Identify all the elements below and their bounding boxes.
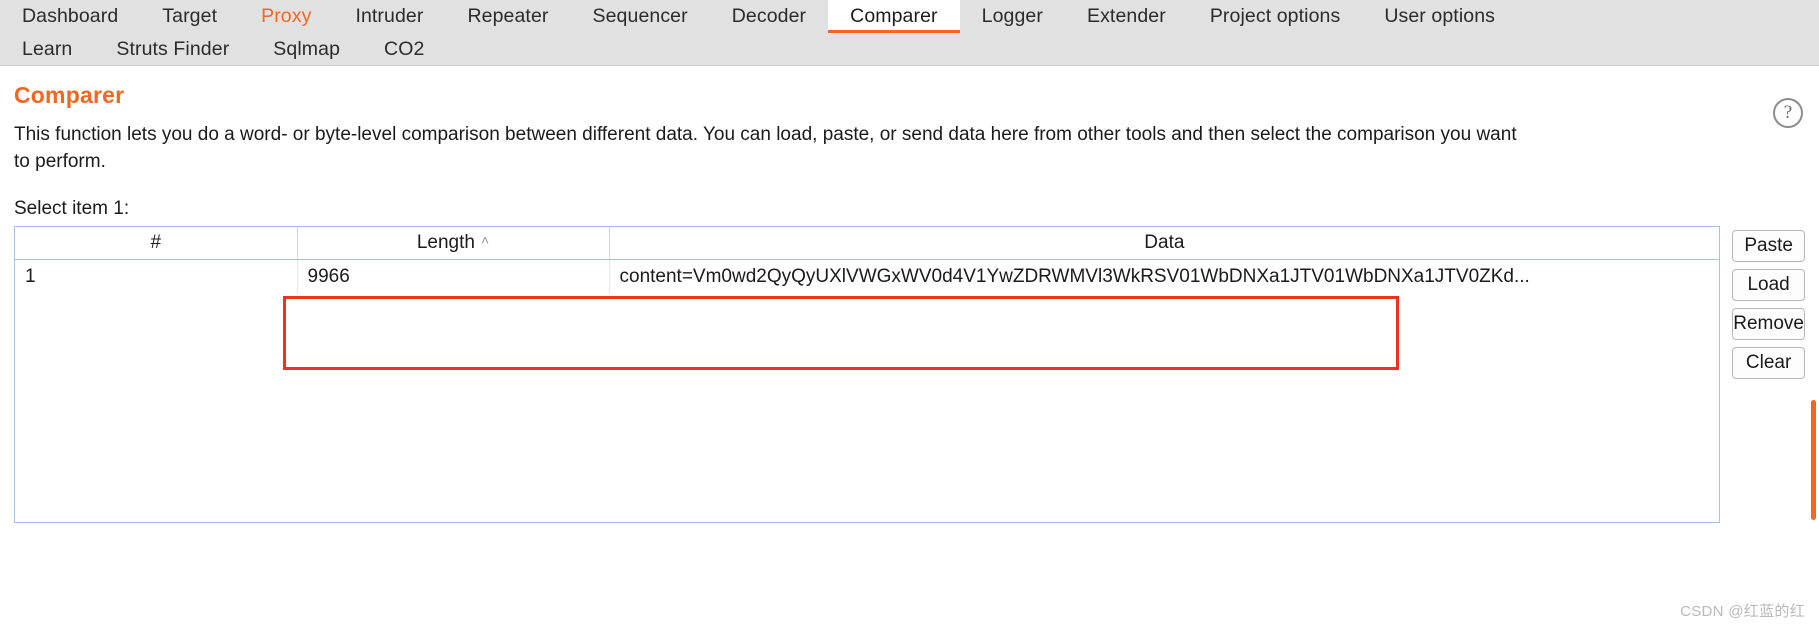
clear-button[interactable]: Clear	[1732, 346, 1805, 379]
cell-number: 1	[15, 259, 298, 294]
burp-suite-window: Dashboard Target Proxy Intruder Repeater Sequ…	[0, 0, 1819, 627]
cell-length: 9966	[297, 259, 610, 294]
tab-decoder[interactable]: Decoder	[710, 0, 828, 33]
tab-label: User options	[1384, 5, 1495, 27]
items-table: # Length ˄ Data 1 9966 content=Vm0wd2QyQ…	[15, 226, 1720, 294]
tab-label: CO2	[384, 37, 425, 60]
column-header-length[interactable]: Length ˄	[297, 226, 610, 261]
remove-button[interactable]: Remove	[1732, 307, 1805, 340]
tab-label: Struts Finder	[116, 37, 230, 60]
tab-proxy[interactable]: Proxy	[239, 0, 333, 33]
column-header-number-label: #	[150, 232, 162, 254]
tab-label: Learn	[22, 37, 73, 60]
tab-label: Project options	[1209, 5, 1341, 27]
tab-logger[interactable]: Logger	[960, 0, 1065, 33]
load-button[interactable]: Load	[1732, 268, 1805, 301]
tab-label: Extender	[1086, 5, 1166, 27]
paste-button[interactable]: Paste	[1732, 229, 1805, 262]
tab-struts-finder[interactable]: Struts Finder	[94, 33, 251, 65]
button-label: Remove	[1733, 312, 1804, 334]
action-button-column: Paste Load Remove Clear	[1732, 226, 1805, 379]
column-header-data[interactable]: Data	[609, 226, 1720, 261]
tab-sequencer[interactable]: Sequencer	[571, 0, 710, 33]
table-row[interactable]: 1 9966 content=Vm0wd2QyQyUXlVWGxWV0d4V1Y…	[15, 259, 1719, 294]
tab-repeater[interactable]: Repeater	[445, 0, 570, 33]
tabbar-row-secondary: Learn Struts Finder Sqlmap CO2	[0, 33, 1819, 65]
tab-dashboard[interactable]: Dashboard	[0, 0, 140, 33]
tab-intruder[interactable]: Intruder	[333, 0, 445, 33]
select-item-label: Select item 1:	[14, 197, 130, 219]
tabbar-row-primary: Dashboard Target Proxy Intruder Repeater Sequ…	[0, 0, 1819, 33]
items-table-container: # Length ˄ Data 1 9966 content=Vm0wd2QyQ…	[14, 225, 1721, 523]
help-icon[interactable]: ?	[1773, 98, 1803, 128]
tab-label: Intruder	[355, 5, 424, 27]
tab-label: Sequencer	[592, 5, 688, 27]
comparer-panel: ? Comparer This function lets you do a w…	[0, 82, 1819, 523]
tab-label: Decoder	[731, 5, 807, 27]
tab-user-options[interactable]: User options	[1362, 0, 1517, 33]
cell-data: content=Vm0wd2QyQyUXlVWGxWV0d4V1YwZDRWMV…	[619, 266, 1530, 288]
column-header-data-label: Data	[1144, 232, 1185, 254]
table-header-row: # Length ˄ Data	[15, 226, 1720, 261]
page-title: Comparer	[14, 82, 125, 108]
column-header-number[interactable]: #	[15, 226, 298, 261]
page-description: This function lets you do a word- or byt…	[14, 124, 1517, 172]
watermark-label: CSDN @红蓝的红	[1680, 603, 1805, 620]
tab-label: Repeater	[467, 5, 549, 27]
tab-label: Sqlmap	[273, 37, 341, 60]
column-header-length-label: Length	[416, 232, 475, 254]
vertical-scrollbar-thumb[interactable]	[1811, 400, 1816, 520]
tab-sqlmap[interactable]: Sqlmap	[251, 33, 362, 65]
button-label: Paste	[1744, 234, 1793, 256]
sort-ascending-icon: ˄	[480, 232, 490, 249]
items-panel: # Length ˄ Data 1 9966 content=Vm0wd2QyQ…	[14, 225, 1805, 523]
tab-learn[interactable]: Learn	[0, 33, 94, 65]
tab-label: Comparer	[850, 5, 938, 27]
tab-comparer[interactable]: Comparer	[828, 0, 960, 33]
tab-label: Proxy	[261, 5, 312, 27]
tab-co2[interactable]: CO2	[362, 33, 446, 65]
main-tabbar: Dashboard Target Proxy Intruder Repeater Sequ…	[0, 0, 1819, 66]
tab-target[interactable]: Target	[140, 0, 239, 33]
tab-project-options[interactable]: Project options	[1188, 0, 1363, 33]
tab-label: Dashboard	[22, 5, 119, 27]
button-label: Load	[1747, 273, 1790, 295]
tab-label: Logger	[981, 5, 1043, 27]
button-label: Clear	[1745, 351, 1792, 373]
tab-label: Target	[162, 5, 218, 27]
tab-extender[interactable]: Extender	[1065, 0, 1188, 33]
